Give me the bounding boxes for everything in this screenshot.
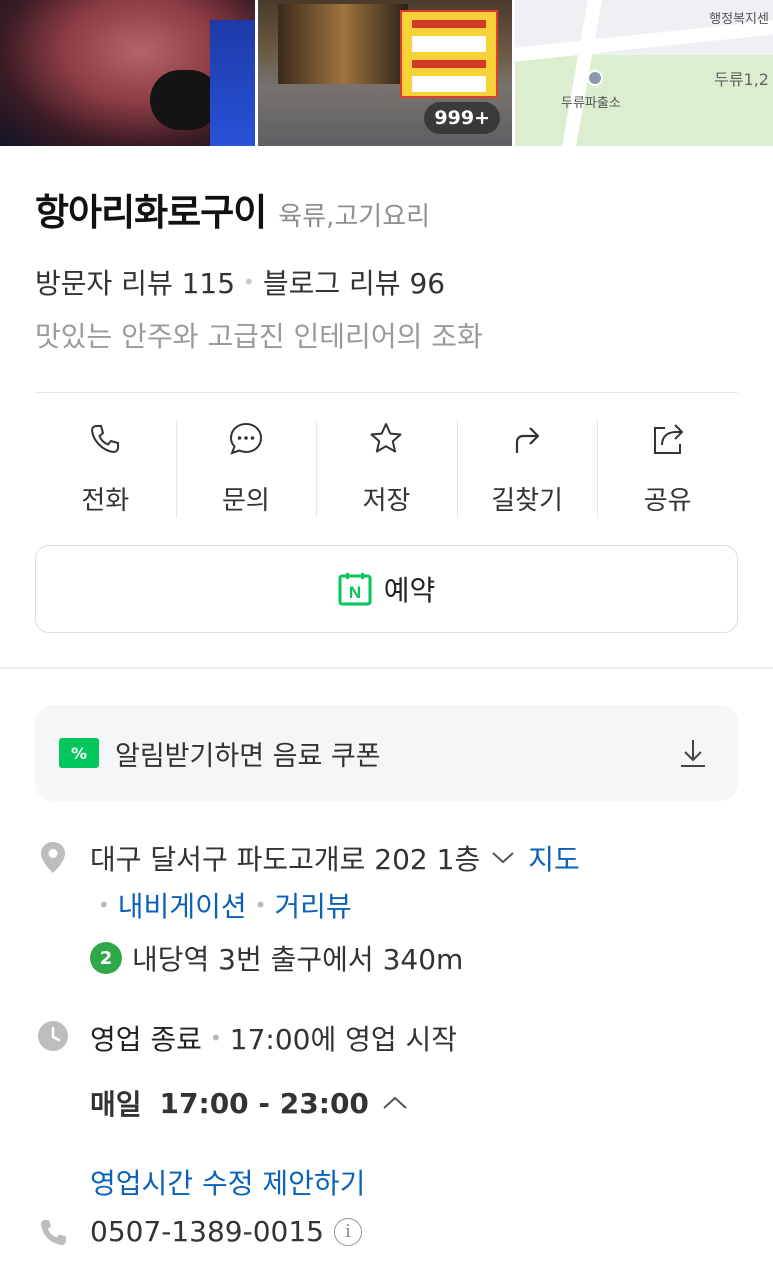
call-button[interactable]: 전화 <box>35 418 176 518</box>
naver-reserve-icon: N <box>338 573 372 606</box>
directions-button[interactable]: 길찾기 <box>456 418 598 518</box>
visitor-review-link[interactable]: 방문자 리뷰 115 <box>35 262 235 302</box>
separator-dot: • <box>98 893 110 917</box>
star-icon <box>370 423 402 453</box>
chat-icon <box>229 422 262 455</box>
separator-dot: • <box>243 270 255 294</box>
phone-icon <box>91 425 120 454</box>
business-status: 영업 종료 <box>90 1023 202 1056</box>
navigation-link[interactable]: 내비게이션 <box>118 885 247 925</box>
subway-text: 내당역 3번 출구에서 340m <box>132 943 464 976</box>
coupon-icon: % <box>59 738 99 768</box>
share-label: 공유 <box>643 486 692 516</box>
map-label: 두류1,2 <box>714 70 769 89</box>
blog-review-link[interactable]: 블로그 리뷰 96 <box>263 262 445 302</box>
download-icon[interactable] <box>676 736 710 770</box>
coupon-banner[interactable]: % 알림받기하면 음료 쿠폰 <box>35 705 738 801</box>
photo-blue-panel <box>210 20 255 146</box>
chevron-down-icon[interactable] <box>488 848 518 868</box>
info-icon[interactable]: i <box>333 1217 362 1246</box>
photo-strip[interactable]: 999+ 행정복지센 두류1,2 두류파출소 <box>0 0 773 146</box>
inquiry-label: 문의 <box>221 486 270 516</box>
street-view-link[interactable]: 거리뷰 <box>274 885 351 925</box>
next-open-text: 17:00에 영업 시작 <box>229 1023 458 1056</box>
hours-day: 매일 <box>90 1088 142 1121</box>
reserve-button[interactable]: N 예약 <box>35 545 738 633</box>
banner-line <box>412 20 486 28</box>
section-divider <box>0 667 773 669</box>
coupon-icon-text: % <box>70 743 88 763</box>
banner-line <box>412 60 486 68</box>
hours-time: 17:00 - 23:00 <box>159 1086 369 1120</box>
chevron-up-icon[interactable] <box>379 1093 411 1113</box>
photo-storefront[interactable]: 999+ <box>258 0 512 146</box>
banner-line <box>412 36 486 52</box>
directions-label: 길찾기 <box>491 486 563 516</box>
separator-dot: • <box>209 1026 222 1050</box>
map-pin-icon <box>587 70 603 86</box>
reserve-label: 예약 <box>383 574 436 607</box>
photo-count-badge: 999+ <box>424 102 500 134</box>
photo-food[interactable] <box>0 0 255 146</box>
share-button[interactable]: 공유 <box>597 418 738 518</box>
subway-line-badge: 2 <box>90 942 122 974</box>
map-label: 두류파출소 <box>561 96 621 111</box>
inquiry-button[interactable]: 문의 <box>175 418 317 518</box>
subway-info: 2 내당역 3번 출구에서 340m <box>90 938 463 978</box>
phone-number[interactable]: 0507-1389-0015 <box>90 1215 324 1248</box>
separator-dot: • <box>254 893 267 917</box>
title-row: 항아리화로구이 육류,고기요리 <box>35 182 430 236</box>
banner-line <box>412 76 486 92</box>
place-category: 육류,고기요리 <box>278 202 431 232</box>
share-icon <box>653 424 683 454</box>
save-label: 저장 <box>362 486 411 516</box>
clock-icon <box>38 1021 68 1051</box>
map-label: 행정복지센 <box>709 12 769 27</box>
place-name: 항아리화로구이 <box>35 191 267 234</box>
mini-map[interactable]: 행정복지센 두류1,2 두류파출소 <box>515 0 773 146</box>
call-label: 전화 <box>81 486 130 516</box>
hours-status-row: 영업 종료 • 17:00에 영업 시작 <box>90 1018 457 1058</box>
place-description: 맛있는 안주와 고급진 인테리어의 조화 <box>35 320 483 353</box>
action-bar: 전화 문의 저장 길찾기 공유 <box>35 418 738 518</box>
divider <box>35 392 738 393</box>
address-links-row: • 내비게이션 • 거리뷰 <box>90 885 352 925</box>
address-text: 대구 달서구 파도고개로 202 1층 <box>90 843 481 876</box>
save-button[interactable]: 저장 <box>316 418 457 518</box>
phone-row: 0507-1389-0015 i <box>90 1215 362 1248</box>
coupon-label: 알림받기하면 음료 쿠폰 <box>115 740 381 772</box>
edit-hours-link[interactable]: 영업시간 수정 제안하기 <box>90 1162 365 1202</box>
photo-shop-shape <box>278 4 408 84</box>
directions-icon <box>515 427 540 453</box>
phone-icon <box>41 1220 66 1245</box>
review-summary: 방문자 리뷰 115 • 블로그 리뷰 96 <box>35 262 445 302</box>
map-link[interactable]: 지도 <box>528 838 580 878</box>
photo-banner <box>400 10 498 98</box>
hours-detail-row[interactable]: 매일 17:00 - 23:00 <box>90 1083 411 1123</box>
address-row: 대구 달서구 파도고개로 202 1층 지도 <box>90 838 580 878</box>
reserve-icon-letter: N <box>349 583 361 602</box>
location-pin-icon <box>41 842 65 873</box>
